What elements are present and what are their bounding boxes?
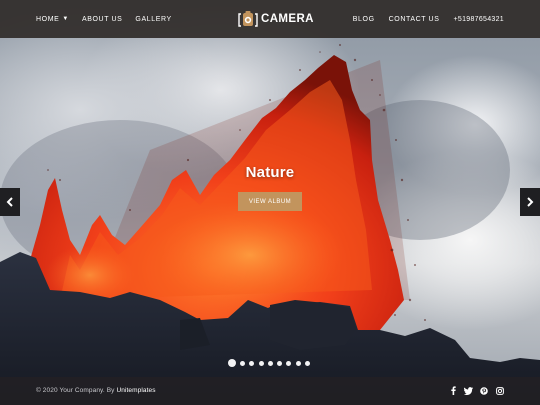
slide-dot[interactable] <box>240 360 245 366</box>
site-logo[interactable]: CAMERA <box>238 10 314 28</box>
nav-blog-label: BLOG <box>352 15 375 23</box>
view-album-button[interactable]: VIEW ALBUM <box>238 192 302 211</box>
social-links <box>442 386 504 395</box>
nav-about-us[interactable]: ABOUT US <box>82 16 122 23</box>
nav-home[interactable]: HOME ▼ <box>36 16 69 23</box>
facebook-icon[interactable] <box>449 386 458 395</box>
pinterest-icon[interactable] <box>480 386 489 395</box>
instagram-icon[interactable] <box>495 386 504 395</box>
slide-dot[interactable] <box>249 360 255 366</box>
nav-about-us-label: ABOUT US <box>81 15 123 23</box>
nav-blog[interactable]: BLOG <box>353 16 375 23</box>
footer-bar: © 2020 Your Company. By Unitemplates <box>0 377 540 405</box>
chevron-down-icon: ▼ <box>62 16 69 22</box>
primary-nav-left: HOME ▼ ABOUT US GALLERY <box>36 0 185 38</box>
slide-dot[interactable] <box>277 360 283 366</box>
nav-contact-us-label: CONTACT US <box>388 15 440 23</box>
slide-dot[interactable] <box>258 360 264 366</box>
next-slide-button[interactable] <box>520 188 540 216</box>
camera-icon <box>238 11 258 27</box>
copyright-text: © 2020 Your Company. By Unitemplates <box>36 387 156 394</box>
slide-dot[interactable] <box>228 359 236 367</box>
slide-dot[interactable] <box>267 360 273 366</box>
chevron-right-icon <box>527 197 534 207</box>
slide-dot[interactable] <box>295 360 301 366</box>
slide-pagination-dots <box>228 359 314 367</box>
slide-dot[interactable] <box>305 360 311 366</box>
chevron-left-icon <box>6 197 13 207</box>
nav-home-label: HOME <box>36 15 60 23</box>
slide-title: Nature <box>245 164 295 181</box>
phone-number[interactable]: +51987654321 <box>453 16 504 23</box>
previous-slide-button[interactable] <box>0 188 20 216</box>
primary-nav-right: BLOG CONTACT US +51987654321 <box>339 0 504 38</box>
logo-text: CAMERA <box>261 13 314 25</box>
author-link[interactable]: Unitemplates <box>116 387 155 394</box>
copyright-prefix: © 2020 Your Company. By <box>36 387 117 394</box>
nav-gallery-label: GALLERY <box>135 15 172 23</box>
twitter-icon[interactable] <box>464 386 473 395</box>
slide-dot[interactable] <box>286 360 292 366</box>
nav-contact-us[interactable]: CONTACT US <box>389 16 440 23</box>
nav-gallery[interactable]: GALLERY <box>135 16 171 23</box>
top-navigation-bar: HOME ▼ ABOUT US GALLERY CAMERA BLOG CONT… <box>0 0 540 38</box>
